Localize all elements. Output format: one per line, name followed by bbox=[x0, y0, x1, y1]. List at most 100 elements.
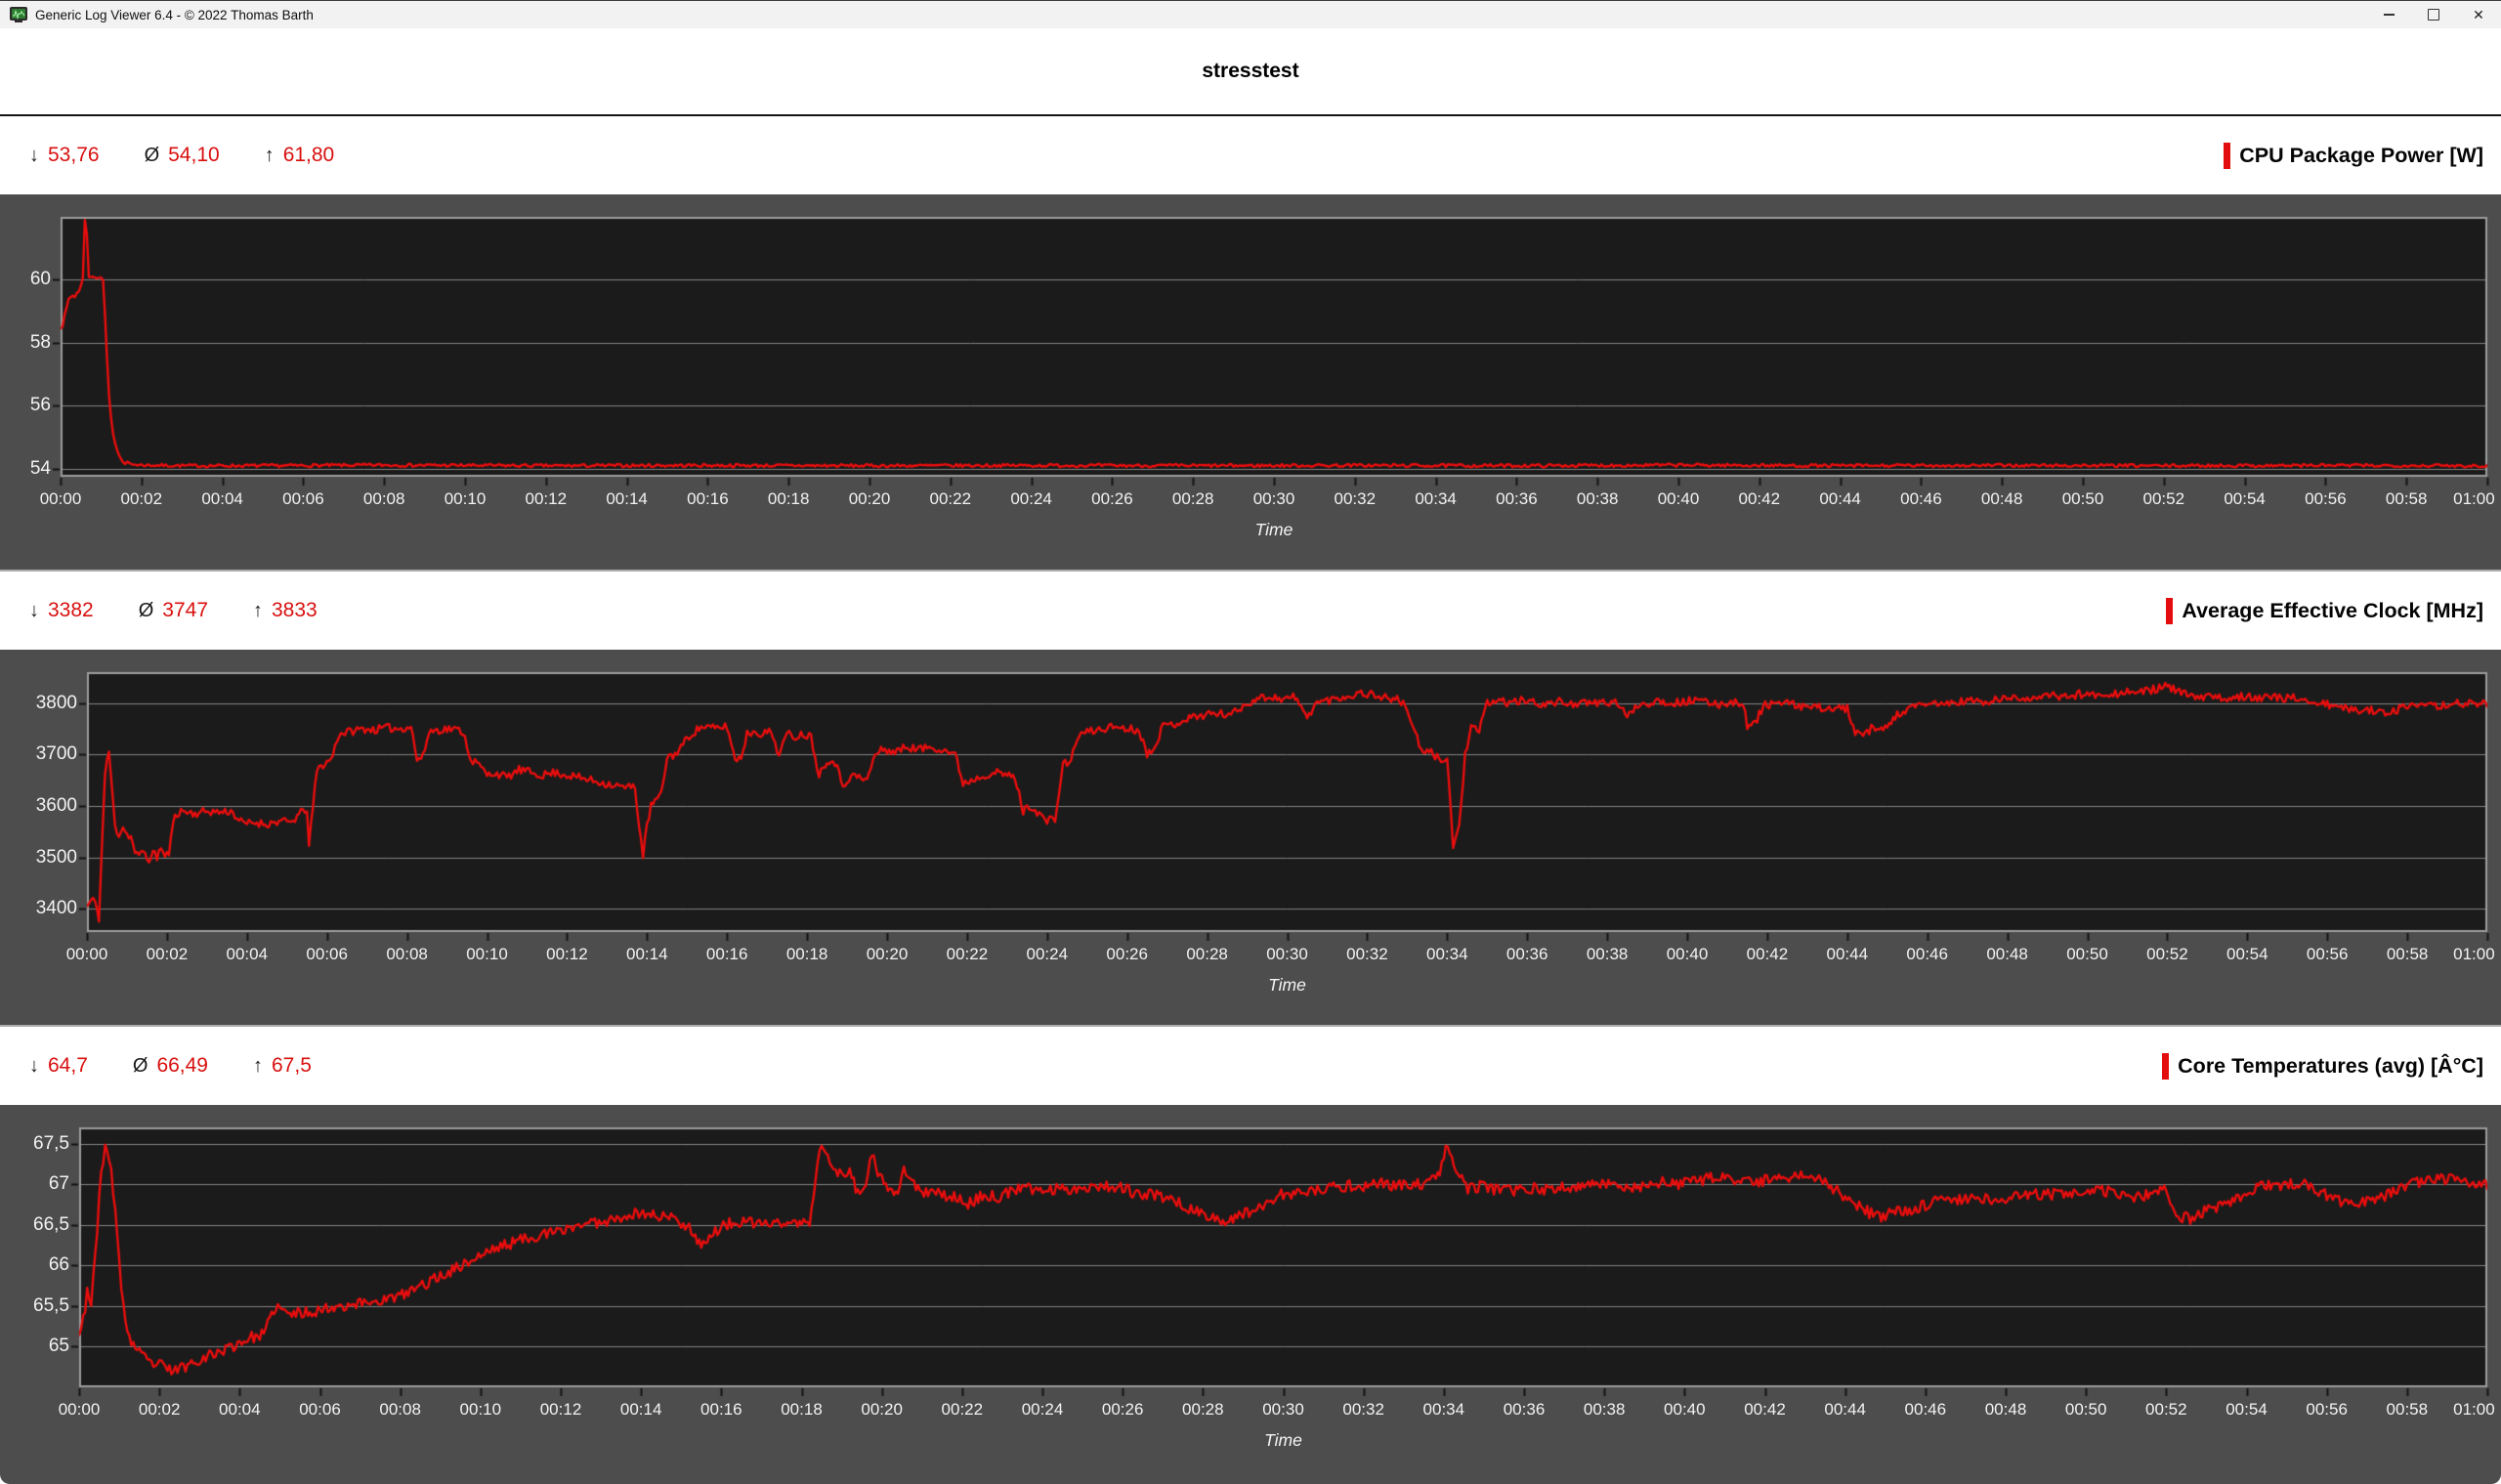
y-tick-label: 3800 bbox=[35, 692, 77, 713]
stat-avg-value: 66,49 bbox=[156, 1054, 208, 1077]
chart-plot-cpu-package-power[interactable] bbox=[0, 194, 2501, 572]
x-tick-label: 00:30 bbox=[1262, 1400, 1304, 1419]
chart-title-wrap: CPU Package Power [W] bbox=[2224, 142, 2483, 169]
stat-avg: Ø 54,10 bbox=[145, 144, 220, 167]
x-tick-label: 00:14 bbox=[626, 945, 668, 963]
min-arrow-icon: ↓ bbox=[29, 1054, 39, 1077]
chart-panel-average-effective-clock: 3400 3500 3600 3700 3800 00:00 00:02 00:04 00:06… bbox=[0, 650, 2501, 1027]
x-tick-label: 00:58 bbox=[2385, 489, 2428, 508]
x-tick-label: 00:00 bbox=[65, 945, 108, 963]
x-tick-label: 00:22 bbox=[946, 945, 989, 963]
close-icon: ✕ bbox=[2473, 7, 2484, 22]
x-tick-label: 00:46 bbox=[1906, 945, 1948, 963]
x-tick-label: 00:46 bbox=[1904, 1400, 1947, 1419]
y-tick-label: 66,5 bbox=[33, 1213, 69, 1235]
app-window: Generic Log Viewer 6.4 - © 2022 Thomas B… bbox=[0, 0, 2501, 1484]
x-tick-label: 00:00 bbox=[39, 489, 82, 508]
x-tick-label: 00:28 bbox=[1171, 489, 1214, 508]
stat-min-value: 53,76 bbox=[48, 144, 100, 166]
x-tick-label: 00:54 bbox=[2224, 489, 2266, 508]
x-tick-label: 00:02 bbox=[146, 945, 189, 963]
x-tick-label: 00:06 bbox=[299, 1400, 341, 1419]
minimize-button[interactable] bbox=[2366, 1, 2411, 28]
x-tick-label: 00:04 bbox=[219, 1400, 261, 1419]
page-title-bar: stresstest bbox=[0, 28, 2501, 116]
x-tick-label: 00:00 bbox=[58, 1400, 101, 1419]
stat-max-value: 67,5 bbox=[272, 1054, 312, 1077]
x-tick-label: 00:36 bbox=[1496, 489, 1538, 508]
x-tick-label: 00:50 bbox=[2061, 489, 2104, 508]
series-color-marker bbox=[2166, 597, 2174, 624]
x-tick-label: 00:32 bbox=[1346, 945, 1388, 963]
x-tick-label: 00:44 bbox=[1826, 945, 1869, 963]
chart-plot-average-effective-clock[interactable] bbox=[0, 650, 2501, 1027]
x-tick-label: 01:00 bbox=[2453, 489, 2495, 508]
chart-stats: ↓ 53,76 Ø 54,10 ↑ 61,80 bbox=[29, 144, 369, 167]
x-tick-label: 00:34 bbox=[1415, 489, 1457, 508]
x-tick-label: 00:08 bbox=[362, 489, 405, 508]
x-tick-label: 00:20 bbox=[861, 1400, 903, 1419]
x-tick-label: 00:40 bbox=[1657, 489, 1700, 508]
x-tick-label: 00:42 bbox=[1738, 489, 1781, 508]
stat-min-value: 3382 bbox=[48, 599, 94, 621]
y-tick-label: 56 bbox=[29, 395, 51, 416]
x-tick-label: 00:58 bbox=[2386, 1400, 2429, 1419]
maximize-icon bbox=[2428, 9, 2439, 21]
y-tick-label: 3700 bbox=[35, 743, 77, 765]
x-tick-label: 00:14 bbox=[619, 1400, 662, 1419]
x-tick-label: 00:04 bbox=[226, 945, 269, 963]
series-color-marker bbox=[2224, 142, 2231, 169]
maximize-button[interactable] bbox=[2411, 1, 2456, 28]
y-tick-label: 65 bbox=[48, 1336, 69, 1357]
window-controls: ✕ bbox=[2366, 1, 2501, 28]
x-tick-label: 00:50 bbox=[2066, 945, 2108, 963]
y-tick-label: 3500 bbox=[35, 846, 77, 868]
page-title: stresstest bbox=[1202, 60, 1299, 82]
x-tick-label: 00:26 bbox=[1106, 945, 1148, 963]
chart-title-wrap: Core Temperatures (avg) [Â°C] bbox=[2162, 1052, 2483, 1080]
chart-stats: ↓ 3382 Ø 3747 ↑ 3833 bbox=[29, 599, 353, 622]
x-tick-label: 00:30 bbox=[1252, 489, 1295, 508]
x-tick-label: 00:30 bbox=[1266, 945, 1308, 963]
x-tick-label: 00:18 bbox=[781, 1400, 823, 1419]
titlebar[interactable]: Generic Log Viewer 6.4 - © 2022 Thomas B… bbox=[0, 0, 2501, 28]
stat-avg: Ø 66,49 bbox=[133, 1054, 208, 1078]
charts-container: ↓ 53,76 Ø 54,10 ↑ 61,80 CPU Package Power [W] 5… bbox=[0, 116, 2501, 1484]
log-viewer-app-icon bbox=[10, 7, 27, 22]
stat-min: ↓ 64,7 bbox=[29, 1054, 88, 1078]
x-tick-label: 00:28 bbox=[1186, 945, 1228, 963]
x-tick-label: 00:32 bbox=[1334, 489, 1377, 508]
y-tick-label: 65,5 bbox=[33, 1294, 69, 1316]
chart-plot-core-temperatures-avg[interactable] bbox=[0, 1105, 2501, 1484]
x-tick-label: 00:48 bbox=[1986, 945, 2028, 963]
x-tick-label: 00:36 bbox=[1505, 945, 1548, 963]
window-title: Generic Log Viewer 6.4 - © 2022 Thomas B… bbox=[35, 7, 314, 22]
stat-min-value: 64,7 bbox=[48, 1054, 88, 1077]
stat-avg: Ø 3747 bbox=[139, 599, 208, 622]
chart-stats-row: ↓ 3382 Ø 3747 ↑ 3833 Average Effective Clock [… bbox=[0, 572, 2501, 650]
max-arrow-icon: ↑ bbox=[253, 599, 263, 621]
chart-title: Core Temperatures (avg) [Â°C] bbox=[2178, 1053, 2483, 1078]
x-tick-label: 00:26 bbox=[1091, 489, 1133, 508]
y-tick-label: 3400 bbox=[35, 898, 77, 919]
x-tick-label: 00:44 bbox=[1824, 1400, 1866, 1419]
x-tick-label: 00:20 bbox=[866, 945, 909, 963]
x-tick-label: 00:06 bbox=[306, 945, 348, 963]
x-tick-label: 00:38 bbox=[1576, 489, 1619, 508]
x-tick-label: 00:20 bbox=[848, 489, 891, 508]
close-button[interactable]: ✕ bbox=[2456, 1, 2501, 28]
x-tick-label: 00:18 bbox=[785, 945, 828, 963]
stat-min: ↓ 53,76 bbox=[29, 144, 100, 167]
x-tick-label: 00:08 bbox=[386, 945, 428, 963]
min-arrow-icon: ↓ bbox=[29, 144, 39, 166]
x-tick-label: 00:10 bbox=[466, 945, 508, 963]
x-tick-label: 00:56 bbox=[2306, 945, 2349, 963]
max-arrow-icon: ↑ bbox=[264, 144, 275, 166]
x-tick-label: 00:34 bbox=[1422, 1400, 1465, 1419]
x-tick-label: 00:32 bbox=[1342, 1400, 1384, 1419]
x-tick-label: 00:56 bbox=[2306, 1400, 2348, 1419]
x-tick-label: 00:26 bbox=[1101, 1400, 1144, 1419]
x-tick-label: 00:02 bbox=[138, 1400, 181, 1419]
chart-title-wrap: Average Effective Clock [MHz] bbox=[2166, 597, 2483, 624]
x-tick-label: 00:56 bbox=[2305, 489, 2347, 508]
